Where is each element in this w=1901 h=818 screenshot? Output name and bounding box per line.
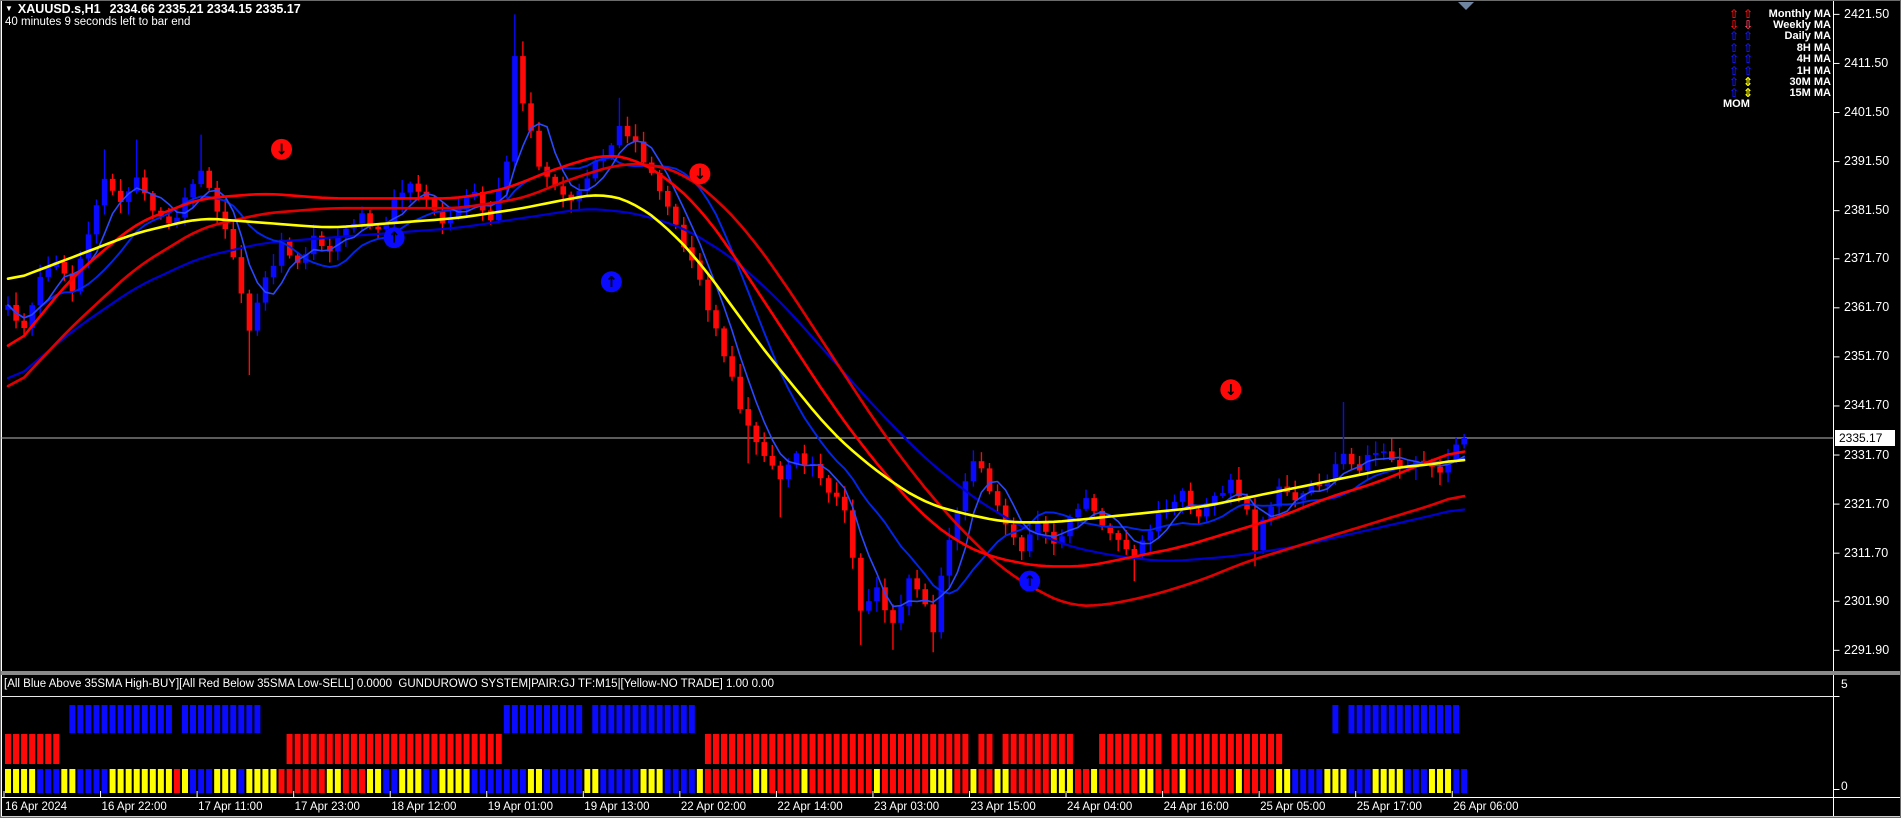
- indicator-scale-max: 5: [1841, 677, 1848, 691]
- legend-label: 30M MA: [1789, 76, 1831, 89]
- time-axis-label: 23 Apr 15:00: [970, 801, 1036, 813]
- ma-arrow-icon: ⇧: [1729, 29, 1740, 44]
- svg-text:↑: ↑: [605, 273, 618, 291]
- buy-signal-icon: ↑: [1019, 570, 1041, 592]
- shift-marker-icon: [1458, 2, 1474, 10]
- sell-signal-icon: ↓: [1220, 379, 1242, 401]
- svg-text:↓: ↓: [1225, 381, 1238, 399]
- indicator-scale-min: 0: [1841, 779, 1848, 793]
- frame-lines: [1, 1, 1900, 817]
- mt4-chart-window: ↓ ↑ ↑ ↓ ↑ ↓ ▼ XAUUSD.s,H1 2334.66 2335.21 2334.…: [0, 0, 1901, 818]
- ma-line: [6, 162, 1466, 608]
- price-axis-label: 2321.70: [1844, 496, 1890, 511]
- time-axis-label: 19 Apr 13:00: [584, 801, 650, 813]
- price-axis-label: 2391.50: [1844, 154, 1890, 169]
- legend-label: Weekly MA: [1773, 19, 1831, 32]
- dropdown-triangle-icon[interactable]: ▼: [5, 4, 13, 13]
- price-axis-label: 2381.50: [1844, 203, 1890, 218]
- time-axis-label: 24 Apr 16:00: [1163, 801, 1229, 813]
- svg-text:↓: ↓: [694, 165, 707, 183]
- ma-line: [6, 194, 1466, 524]
- ma-arrow-icon: ⇧: [1729, 86, 1740, 101]
- price-axis-label: 2311.70: [1844, 545, 1889, 560]
- ma-legend: ⇧ ⇧ Monthly MA ⇩ ⇩ Weekly MA ⇧ ⇧ Daily MA ⇧ ⇧ 8H MA…: [1729, 7, 1831, 101]
- ma-arrow-icon: ⇧: [1743, 52, 1754, 67]
- time-axis-label: 26 Apr 06:00: [1453, 801, 1519, 813]
- price-axis-label: 2351.70: [1844, 349, 1890, 364]
- chart-title: ▼ XAUUSD.s,H1 2334.66 2335.21 2334.15 2335…: [5, 2, 301, 16]
- time-axis-label: 23 Apr 03:00: [873, 801, 940, 813]
- time-axis-label: 19 Apr 01:00: [487, 801, 553, 813]
- price-axis-label: 2301.90: [1844, 593, 1890, 608]
- legend-label: 8H MA: [1796, 41, 1831, 54]
- time-axis-label: 17 Apr 23:00: [294, 801, 360, 813]
- price-axis-label: 2401.50: [1844, 105, 1890, 120]
- price-chart-canvas[interactable]: ↓ ↑ ↑ ↓ ↑ ↓: [1, 1, 1901, 818]
- sell-signal-icon: ↓: [689, 163, 711, 185]
- price-axis-label: 2331.70: [1844, 447, 1890, 462]
- bar-countdown: 40 minutes 9 seconds left to bar end: [5, 16, 191, 28]
- ma-arrow-icon: ⇕: [1743, 86, 1754, 101]
- time-axis-label: 25 Apr 05:00: [1260, 801, 1326, 813]
- ma-lines-layer: [6, 122, 1466, 608]
- time-axis-label: 17 Apr 11:00: [198, 801, 263, 813]
- svg-text:↑: ↑: [388, 229, 401, 247]
- time-axis-label: 22 Apr 02:00: [680, 801, 747, 813]
- time-axis-label: 24 Apr 04:00: [1067, 801, 1133, 813]
- time-axis-label: 16 Apr 22:00: [101, 801, 167, 813]
- legend-label: 1H MA: [1796, 64, 1831, 77]
- price-axis-label: 2421.50: [1844, 6, 1890, 21]
- price-axis-label: 2291.90: [1844, 642, 1890, 657]
- legend-label: 4H MA: [1796, 53, 1831, 66]
- price-axis-label: 2371.70: [1844, 251, 1890, 266]
- indicator-status-text: [All Blue Above 35SMA High-BUY][All Red …: [4, 678, 774, 690]
- signal-arrows-layer: ↓ ↑ ↑ ↓ ↑ ↓: [271, 138, 1242, 592]
- candles-layer: [5, 14, 1468, 653]
- histogram-layer: [1, 696, 1834, 797]
- svg-text:↑: ↑: [1023, 572, 1036, 590]
- price-axis-label: 2341.70: [1844, 398, 1890, 413]
- legend-label: Daily MA: [1784, 30, 1831, 43]
- time-axis-label: 18 Apr 12:00: [391, 801, 457, 813]
- legend-label: Monthly MA: [1768, 7, 1831, 20]
- ma-arrow-icon: ⇧: [1743, 29, 1754, 44]
- time-axis-label: 25 Apr 17:00: [1356, 801, 1422, 813]
- ohlc-values: 2334.66 2335.21 2334.15 2335.17: [109, 2, 301, 16]
- svg-text:↓: ↓: [275, 140, 288, 158]
- legend-label: 15M MA: [1789, 87, 1831, 100]
- ma-arrow-icon: ⇧: [1729, 52, 1740, 67]
- mom-label: MOM: [1723, 98, 1750, 110]
- symbol-timeframe-label: XAUUSD.s,H1: [17, 2, 101, 16]
- price-axis-label: 2361.70: [1844, 300, 1890, 315]
- buy-signal-icon: ↑: [600, 271, 622, 293]
- sell-signal-icon: ↓: [271, 138, 293, 160]
- buy-signal-icon: ↑: [383, 227, 405, 249]
- time-axis-label: 16 Apr 2024: [5, 801, 68, 813]
- price-axis-label: 2411.50: [1844, 55, 1889, 70]
- current-price-tag: 2335.17: [1835, 430, 1895, 446]
- time-axis-label: 22 Apr 14:00: [777, 801, 843, 813]
